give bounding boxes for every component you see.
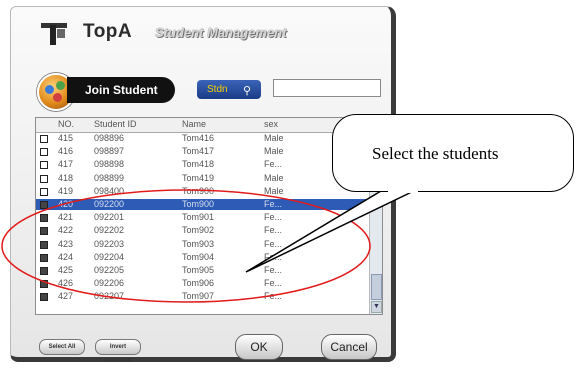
callout-joint — [388, 189, 418, 193]
callout-text: Select the students — [372, 144, 499, 163]
